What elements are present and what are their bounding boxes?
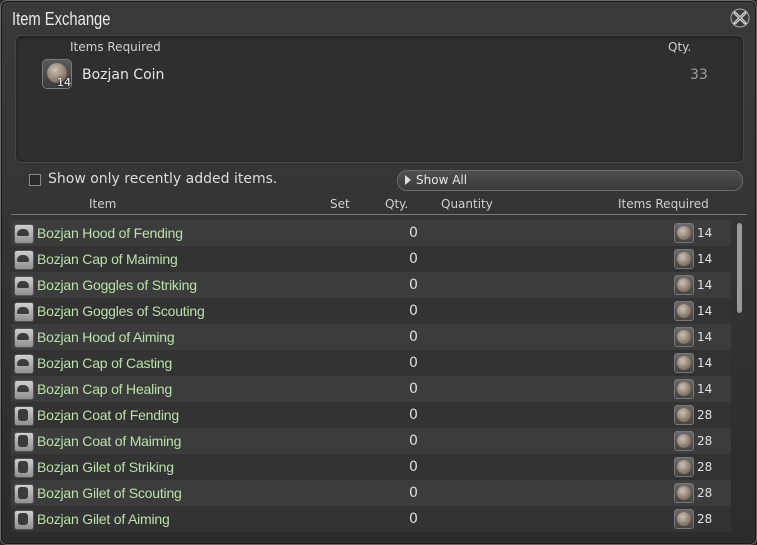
item-cost: 28 <box>697 434 713 448</box>
item-cost: 28 <box>697 460 713 474</box>
item-name: Bozjan Cap of Maiming <box>37 251 178 267</box>
table-row[interactable]: Bozjan Cap of Healing 0 14 <box>11 376 731 402</box>
item-name: Bozjan Gilet of Aiming <box>37 511 170 527</box>
table-row[interactable]: Bozjan Gilet of Striking 0 28 <box>11 454 731 480</box>
table-row[interactable]: Bozjan Cap of Maiming 0 14 <box>11 246 731 272</box>
close-icon[interactable] <box>730 8 750 28</box>
recent-items-label: Show only recently added items. <box>48 171 278 187</box>
item-name: Bozjan Coat of Maiming <box>37 433 182 449</box>
head-icon <box>14 302 34 322</box>
item-cost: 14 <box>697 226 713 240</box>
head-icon <box>14 276 34 296</box>
item-name: Bozjan Cap of Casting <box>37 355 173 371</box>
head-icon <box>14 328 34 348</box>
item-qty: 0 <box>409 511 418 527</box>
category-dropdown-label: Show All <box>416 173 468 187</box>
required-item-qty: 33 <box>690 67 708 83</box>
column-set: Set <box>330 197 350 211</box>
coin-icon <box>674 249 694 269</box>
item-name: Bozjan Cap of Healing <box>37 381 173 397</box>
item-cost: 14 <box>697 252 713 266</box>
item-name: Bozjan Coat of Fending <box>37 407 179 423</box>
item-cost: 28 <box>697 408 713 422</box>
header-divider <box>11 214 747 215</box>
body-icon <box>14 510 34 530</box>
item-qty: 0 <box>409 407 418 423</box>
item-qty: 0 <box>409 459 418 475</box>
item-cost: 14 <box>697 278 713 292</box>
item-qty: 0 <box>409 225 418 241</box>
coin-icon <box>674 457 694 477</box>
item-cost: 14 <box>697 330 713 344</box>
item-name: Bozjan Hood of Aiming <box>37 329 175 345</box>
coin-icon <box>674 405 694 425</box>
item-qty: 0 <box>409 381 418 397</box>
item-qty: 0 <box>409 355 418 371</box>
column-items-required: Items Required <box>618 197 709 211</box>
head-icon <box>14 250 34 270</box>
coin-icon <box>674 301 694 321</box>
coin-icon <box>674 509 694 529</box>
coin-icon <box>674 275 694 295</box>
coin-icon <box>674 483 694 503</box>
body-icon <box>14 406 34 426</box>
item-cost: 14 <box>697 356 713 370</box>
item-cost: 14 <box>697 382 713 396</box>
required-item-slot[interactable]: 14 <box>42 59 72 89</box>
head-icon <box>14 380 34 400</box>
item-qty: 0 <box>409 485 418 501</box>
head-icon <box>14 354 34 374</box>
item-qty: 0 <box>409 277 418 293</box>
column-qty: Qty. <box>385 197 409 211</box>
column-quantity: Quantity <box>441 197 493 211</box>
body-icon <box>14 484 34 504</box>
table-row[interactable]: Bozjan Cap of Casting 0 14 <box>11 350 731 376</box>
coin-icon <box>674 431 694 451</box>
item-qty: 0 <box>409 329 418 345</box>
column-item: Item <box>89 197 117 211</box>
title-bar[interactable]: Item Exchange <box>1 1 756 33</box>
item-cost: 28 <box>697 512 713 526</box>
coin-icon <box>674 327 694 347</box>
item-exchange-window: Item Exchange Items Required Qty. 14 Boz… <box>0 0 757 545</box>
item-cost: 14 <box>697 304 713 318</box>
required-items-panel: Items Required Qty. 14 Bozjan Coin 33 <box>15 35 744 163</box>
item-cost: 28 <box>697 486 713 500</box>
table-row[interactable]: Bozjan Gilet of Scouting 0 28 <box>11 480 731 506</box>
coin-stack-count: 14 <box>57 76 71 89</box>
item-qty: 0 <box>409 303 418 319</box>
item-name: Bozjan Goggles of Striking <box>37 277 197 293</box>
coin-icon <box>674 353 694 373</box>
required-item-name: Bozjan Coin <box>82 67 165 83</box>
item-list: Bozjan Hood of Fending 0 14 Bozjan Cap of M… <box>11 220 731 534</box>
category-dropdown[interactable]: Show All <box>397 170 743 191</box>
qty-header: Qty. <box>668 40 692 54</box>
body-icon <box>14 432 34 452</box>
coin-icon <box>674 379 694 399</box>
table-row[interactable]: Bozjan Hood of Aiming 0 14 <box>11 324 731 350</box>
item-name: Bozjan Gilet of Scouting <box>37 485 182 501</box>
table-row[interactable]: Bozjan Goggles of Scouting 0 14 <box>11 298 731 324</box>
table-row[interactable]: Bozjan Goggles of Striking 0 14 <box>11 272 731 298</box>
coin-icon <box>674 223 694 243</box>
table-row[interactable]: Bozjan Hood of Fending 0 14 <box>11 220 731 246</box>
item-name: Bozjan Hood of Fending <box>37 225 183 241</box>
window-title: Item Exchange <box>12 9 111 29</box>
table-row[interactable]: Bozjan Coat of Fending 0 28 <box>11 402 731 428</box>
body-icon <box>14 458 34 478</box>
recent-items-checkbox[interactable] <box>29 174 41 186</box>
scrollbar-thumb[interactable] <box>737 223 742 313</box>
item-name: Bozjan Gilet of Striking <box>37 459 174 475</box>
item-qty: 0 <box>409 433 418 449</box>
item-name: Bozjan Goggles of Scouting <box>37 303 205 319</box>
table-row[interactable]: Bozjan Coat of Maiming 0 28 <box>11 428 731 454</box>
head-icon <box>14 224 34 244</box>
item-qty: 0 <box>409 251 418 267</box>
table-row[interactable]: Bozjan Gilet of Aiming 0 28 <box>11 506 731 532</box>
items-required-header: Items Required <box>70 40 161 54</box>
play-arrow-icon <box>405 175 411 185</box>
